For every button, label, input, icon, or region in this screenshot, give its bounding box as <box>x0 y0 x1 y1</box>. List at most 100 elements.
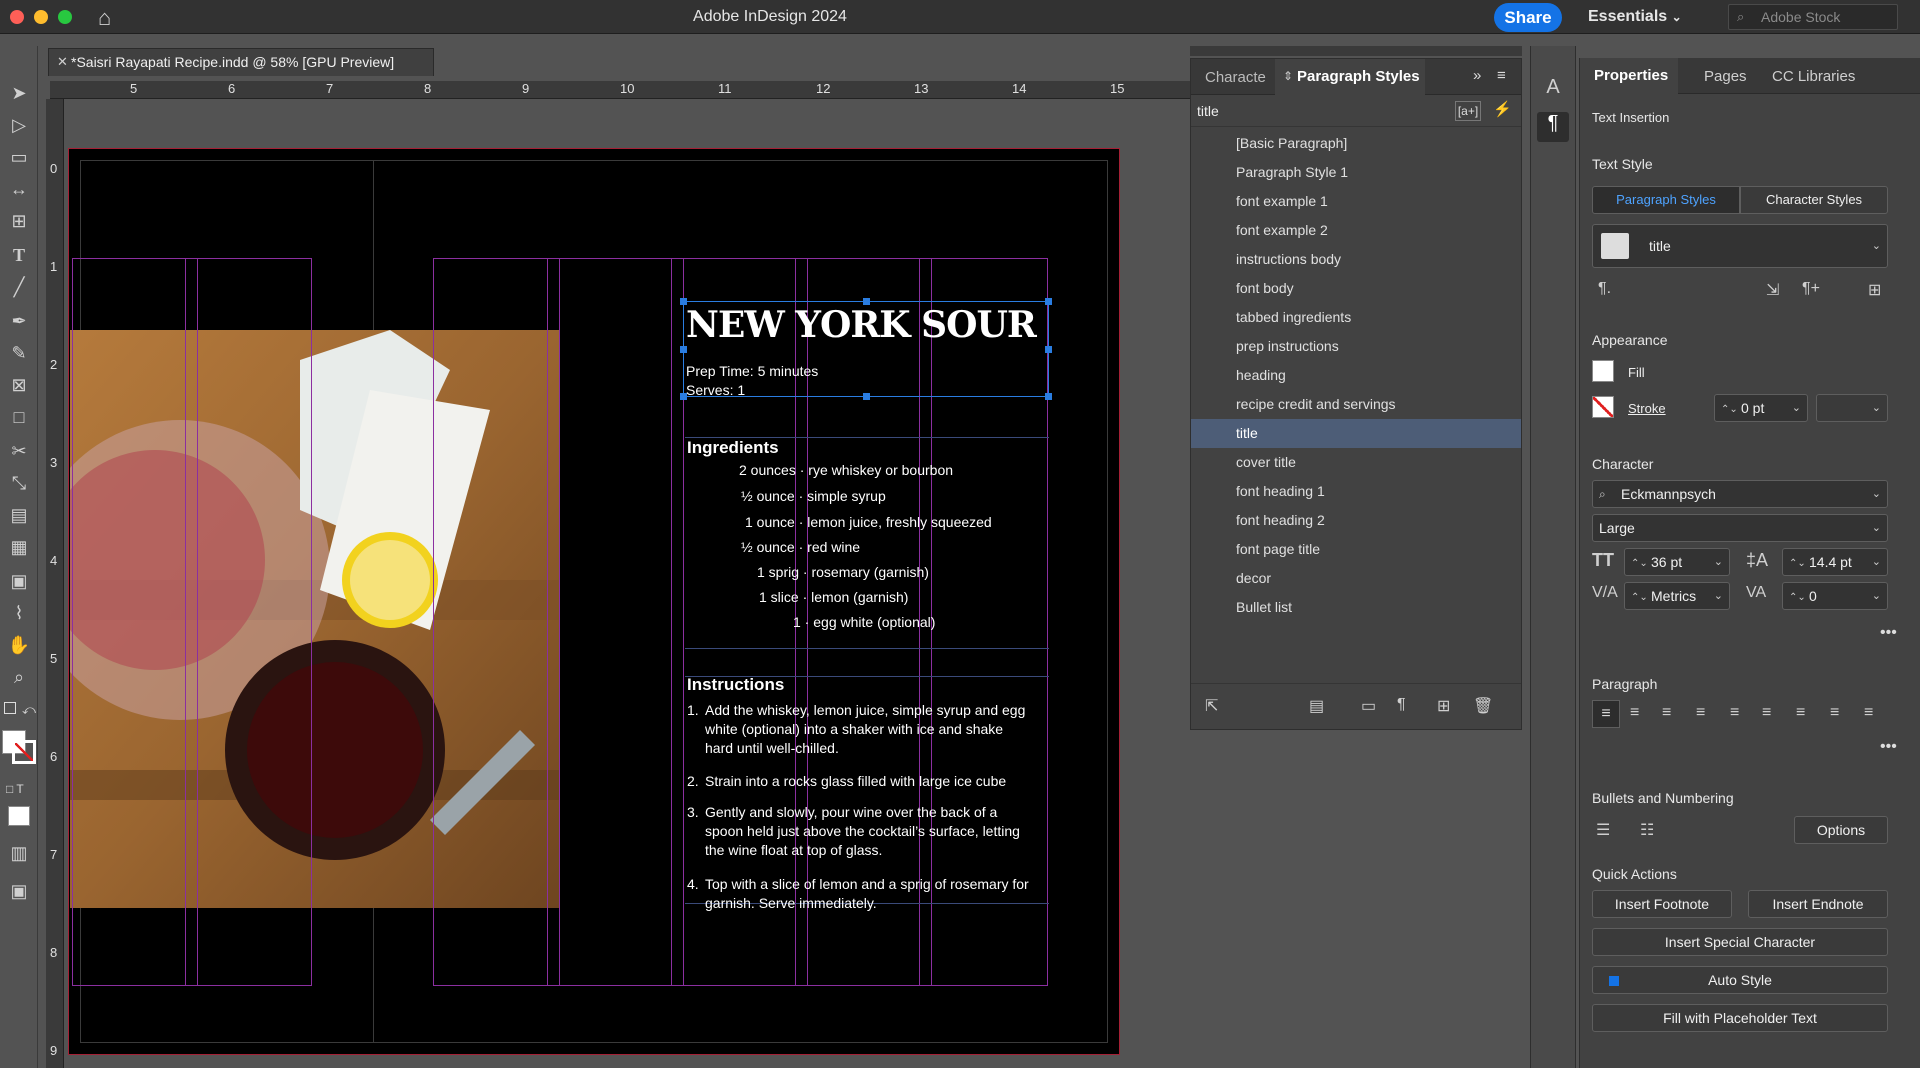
stepper-icon[interactable]: ⌃⌄ <box>1631 585 1648 611</box>
ingredient-row[interactable]: 1 · egg white (optional) <box>793 614 935 630</box>
style-item[interactable]: font body <box>1191 274 1521 303</box>
stroke-label[interactable]: Stroke <box>1628 401 1666 416</box>
share-button[interactable]: Share <box>1494 3 1562 32</box>
style-item[interactable]: font page title <box>1191 535 1521 564</box>
frame-handle[interactable] <box>1045 298 1052 305</box>
stroke-swatch[interactable] <box>12 740 36 764</box>
default-colors-icon[interactable] <box>4 702 16 714</box>
clear-overrides-icon[interactable]: ¶+ <box>1802 280 1820 298</box>
panel-menu-icon[interactable]: ≡ <box>1497 67 1506 84</box>
justify-right-icon[interactable]: ≡ <box>1762 704 1771 722</box>
frame-handle[interactable] <box>680 298 687 305</box>
instructions-heading[interactable]: Instructions <box>687 675 784 695</box>
stepper-icon[interactable]: ⌃⌄ <box>1631 551 1648 577</box>
title-text-frame[interactable]: NEW YORK SOUR Prep Time: 5 minutes Serve… <box>680 298 1052 400</box>
align-away-spine-icon[interactable]: ≡ <box>1864 704 1873 722</box>
ingredient-row[interactable]: 1 ounce · lemon juice, freshly squeezed <box>745 514 992 530</box>
paragraph-styles-icon[interactable]: ¶ <box>1537 112 1569 142</box>
ingredient-row[interactable]: ½ ounce · red wine <box>741 539 860 555</box>
stepper-icon[interactable]: ⌃⌄ <box>1789 585 1806 611</box>
line-tool-icon[interactable]: ╱ <box>6 274 32 300</box>
instruction-step[interactable]: 2. Strain into a rocks glass filled with… <box>687 772 1047 791</box>
ingredients-frame[interactable]: Ingredients 2 ounces · rye whiskey or bo… <box>685 437 1049 649</box>
preview-mode-icon[interactable]: ▣ <box>6 878 32 904</box>
formatting-container-icon[interactable]: □ T <box>6 782 24 796</box>
align-right-icon[interactable]: ≡ <box>1662 704 1671 722</box>
ingredient-row[interactable]: 2 ounces · rye whiskey or bourbon <box>739 462 953 478</box>
stroke-weight-field[interactable]: ⌃⌄ 0 pt ⌄ <box>1714 394 1808 422</box>
fill-swatch[interactable] <box>1592 360 1614 382</box>
style-item[interactable]: font example 2 <box>1191 216 1521 245</box>
style-item[interactable]: Bullet list <box>1191 593 1521 622</box>
instruction-step[interactable]: 1. Add the whiskey, lemon juice, simple … <box>687 701 1047 758</box>
new-style-icon[interactable]: ⊞ <box>1868 280 1881 300</box>
font-style-dropdown[interactable]: Large ⌄ <box>1592 514 1888 542</box>
kerning-field[interactable]: ⌃⌄ Metrics ⌄ <box>1624 582 1730 610</box>
new-style-icon[interactable]: ⊞ <box>1437 696 1450 716</box>
frame-handle[interactable] <box>680 393 687 400</box>
rectangle-frame-tool-icon[interactable]: ⊠ <box>6 372 32 398</box>
character-styles-toggle[interactable]: Character Styles <box>1740 186 1888 214</box>
case-sensitive-icon[interactable]: [a+] <box>1455 101 1481 121</box>
tracking-field[interactable]: ⌃⌄ 0 ⌄ <box>1782 582 1888 610</box>
numbered-list-icon[interactable]: ☷ <box>1640 820 1654 840</box>
bullets-options-button[interactable]: Options <box>1794 816 1888 844</box>
style-item[interactable]: heading <box>1191 361 1521 390</box>
justify-center-icon[interactable]: ≡ <box>1730 704 1739 722</box>
tab-cc-libraries[interactable]: CC Libraries <box>1772 68 1855 85</box>
tab-properties[interactable]: Properties <box>1580 58 1678 94</box>
frame-handle[interactable] <box>680 346 687 353</box>
type-tool-icon[interactable]: T <box>6 242 32 268</box>
vertical-ruler[interactable]: 0 1 2 3 4 5 6 7 8 9 <box>46 99 64 1068</box>
prep-time[interactable]: Prep Time: 5 minutes <box>686 363 818 379</box>
tab-character[interactable]: Characte <box>1205 69 1266 86</box>
ingredient-row[interactable]: 1 sprig · rosemary (garnish) <box>757 564 929 580</box>
insert-endnote-button[interactable]: Insert Endnote <box>1748 890 1888 918</box>
redefine-style-icon[interactable]: ⇲ <box>1766 280 1779 300</box>
panel-dock-header[interactable] <box>1190 46 1522 56</box>
instruction-step[interactable]: 3. Gently and slowly, pour wine over the… <box>687 803 1047 860</box>
style-item[interactable]: font heading 1 <box>1191 477 1521 506</box>
align-center-icon[interactable]: ≡ <box>1630 704 1639 722</box>
frame-handle[interactable] <box>1045 346 1052 353</box>
leading-field[interactable]: ⌃⌄ 14.4 pt ⌄ <box>1782 548 1888 576</box>
style-item[interactable]: font heading 2 <box>1191 506 1521 535</box>
frame-handle[interactable] <box>1045 393 1052 400</box>
font-family-dropdown[interactable]: ⌕ Eckmannpsych ⌄ <box>1592 480 1888 508</box>
insert-special-character-button[interactable]: Insert Special Character <box>1592 928 1888 956</box>
rectangle-tool-icon[interactable]: □ <box>6 404 32 430</box>
clear-overrides-icon[interactable]: ¶ <box>1397 696 1406 714</box>
gap-tool-icon[interactable]: ↔ <box>6 176 32 202</box>
stepper-icon[interactable]: ⌃⌄ <box>1721 397 1738 423</box>
frame-handle[interactable] <box>863 298 870 305</box>
style-item[interactable]: instructions body <box>1191 245 1521 274</box>
style-item[interactable]: tabbed ingredients <box>1191 303 1521 332</box>
recipe-title[interactable]: NEW YORK SOUR <box>686 304 1037 346</box>
ingredients-heading[interactable]: Ingredients <box>687 438 779 458</box>
style-item[interactable]: Paragraph Style 1 <box>1191 158 1521 187</box>
style-item[interactable]: prep instructions <box>1191 332 1521 361</box>
zoom-tool-icon[interactable]: ⌕ <box>6 664 32 690</box>
style-item[interactable]: cover title <box>1191 448 1521 477</box>
auto-style-button[interactable]: Auto Style <box>1592 966 1888 994</box>
workspace-switcher[interactable]: Essentials ⌄ <box>1588 8 1682 26</box>
note-tool-icon[interactable]: ▣ <box>6 568 32 594</box>
bulleted-list-icon[interactable]: ☰ <box>1596 820 1610 840</box>
load-styles-icon[interactable]: ⇱ <box>1205 696 1218 716</box>
direct-selection-tool-icon[interactable]: ▷ <box>6 112 32 138</box>
apply-color-icon[interactable] <box>8 806 30 826</box>
gradient-swatch-tool-icon[interactable]: ▤ <box>6 502 32 528</box>
current-style-dropdown[interactable]: title ⌄ <box>1592 224 1888 268</box>
justify-all-icon[interactable]: ≡ <box>1796 704 1805 722</box>
more-options-icon[interactable]: ••• <box>1880 738 1897 756</box>
hand-tool-icon[interactable]: ✋ <box>6 632 32 658</box>
servings[interactable]: Serves: 1 <box>686 382 745 398</box>
more-options-icon[interactable]: ••• <box>1880 624 1897 642</box>
style-item-selected[interactable]: title <box>1191 419 1521 448</box>
screen-mode-icon[interactable]: ▥ <box>6 840 32 866</box>
instruction-step[interactable]: 4. Top with a slice of lemon and a sprig… <box>687 875 1047 913</box>
document-tab[interactable]: ✕ *Saisri Rayapati Recipe.indd @ 58% [GP… <box>48 48 434 76</box>
eyedropper-tool-icon[interactable]: ⌇ <box>6 600 32 626</box>
style-search-bar[interactable]: title [a+] ⚡ <box>1191 95 1521 127</box>
content-collector-icon[interactable]: ⊞ <box>6 208 32 234</box>
